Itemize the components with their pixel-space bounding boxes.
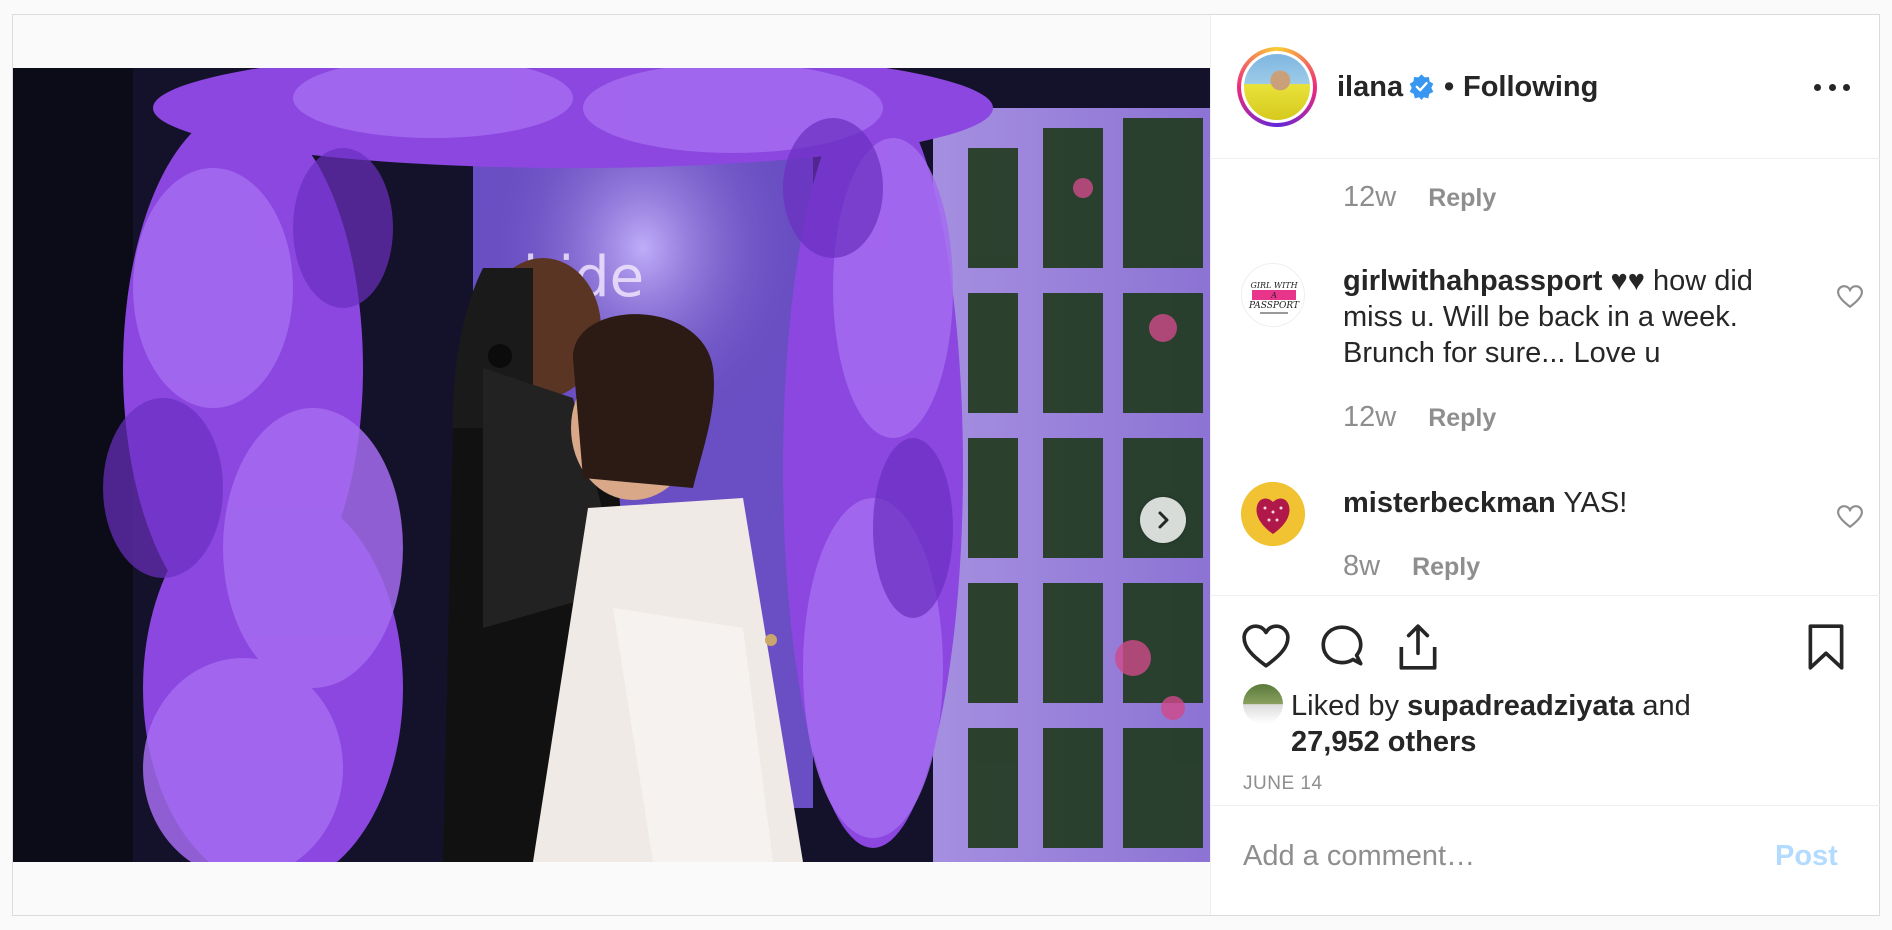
strawberry-heart-icon bbox=[1241, 482, 1305, 546]
svg-text:GIRL WITH: GIRL WITH bbox=[1250, 281, 1298, 290]
post-container: hide ilana • Following 12w Reply GIRL WI… bbox=[12, 14, 1880, 916]
comment-avatar[interactable]: GIRL WITH A PASSPORT bbox=[1241, 263, 1305, 327]
photo-illustration: hide bbox=[13, 68, 1210, 862]
likes-prefix: Liked by bbox=[1291, 690, 1400, 722]
like-comment-heart-icon[interactable] bbox=[1837, 285, 1863, 309]
likes-others-link[interactable]: 27,952 others bbox=[1291, 726, 1476, 758]
svg-text:PASSPORT: PASSPORT bbox=[1248, 301, 1300, 311]
comment-username[interactable]: misterbeckman bbox=[1343, 487, 1556, 519]
comment-time[interactable]: 12w bbox=[1343, 401, 1396, 434]
svg-text:A: A bbox=[1270, 291, 1277, 300]
liker-username[interactable]: supadreadziyata bbox=[1407, 690, 1634, 722]
share-icon[interactable] bbox=[1393, 622, 1443, 672]
reply-button[interactable]: Reply bbox=[1428, 404, 1496, 433]
comment-time[interactable]: 12w bbox=[1343, 181, 1396, 214]
girl-with-a-passport-logo: GIRL WITH A PASSPORT bbox=[1248, 281, 1300, 314]
more-options-button[interactable] bbox=[1814, 75, 1850, 99]
verified-badge-icon bbox=[1409, 74, 1434, 100]
like-comment-heart-icon[interactable] bbox=[1837, 505, 1863, 529]
likes-conjunction: and bbox=[1642, 690, 1691, 722]
post-side-panel: ilana • Following 12w Reply GIRL WITH A … bbox=[1210, 15, 1880, 915]
post-comment-button[interactable]: Post bbox=[1775, 840, 1838, 873]
next-image-button[interactable] bbox=[1140, 497, 1186, 543]
comment-text: YAS! bbox=[1563, 487, 1628, 519]
comment-body: girlwithahpassport ♥♥ how did miss u. Wi… bbox=[1343, 263, 1783, 371]
more-dot-icon bbox=[1814, 83, 1821, 91]
author-username[interactable]: ilana bbox=[1337, 71, 1403, 104]
heart-icon[interactable] bbox=[1241, 622, 1291, 672]
bookmark-icon[interactable] bbox=[1801, 622, 1851, 672]
comment-body: misterbeckman YAS! bbox=[1343, 485, 1783, 521]
following-button[interactable]: Following bbox=[1463, 71, 1598, 104]
likes-summary: Liked by supadreadziyata and 27,952 othe… bbox=[1291, 688, 1851, 760]
comment-meta: 8w Reply bbox=[1343, 550, 1480, 583]
post-photo[interactable]: hide bbox=[13, 68, 1210, 862]
more-dot-icon bbox=[1843, 83, 1850, 91]
reply-button[interactable]: Reply bbox=[1412, 553, 1480, 582]
author-avatar[interactable] bbox=[1237, 47, 1317, 127]
post-header: ilana • Following bbox=[1211, 15, 1880, 159]
comment-meta: 12w Reply bbox=[1343, 401, 1496, 434]
comment-icon[interactable] bbox=[1317, 622, 1367, 672]
comment-time[interactable]: 8w bbox=[1343, 550, 1380, 583]
comment-username[interactable]: girlwithahpassport bbox=[1343, 265, 1602, 297]
comments-list[interactable]: 12w Reply GIRL WITH A PASSPORT girlwitha… bbox=[1211, 159, 1880, 595]
header-separator: • bbox=[1444, 71, 1455, 103]
reply-button[interactable]: Reply bbox=[1428, 184, 1496, 213]
comment-avatar[interactable] bbox=[1241, 482, 1305, 546]
comment-meta: 12w Reply bbox=[1343, 181, 1496, 214]
liker-avatar[interactable] bbox=[1243, 684, 1283, 724]
photo-column: hide bbox=[13, 15, 1210, 915]
add-comment-bar: Post bbox=[1211, 805, 1880, 915]
comment-input[interactable] bbox=[1243, 834, 1763, 878]
chevron-right-icon bbox=[1158, 511, 1169, 529]
post-date[interactable]: JUNE 14 bbox=[1243, 773, 1323, 795]
more-dot-icon bbox=[1828, 83, 1836, 91]
